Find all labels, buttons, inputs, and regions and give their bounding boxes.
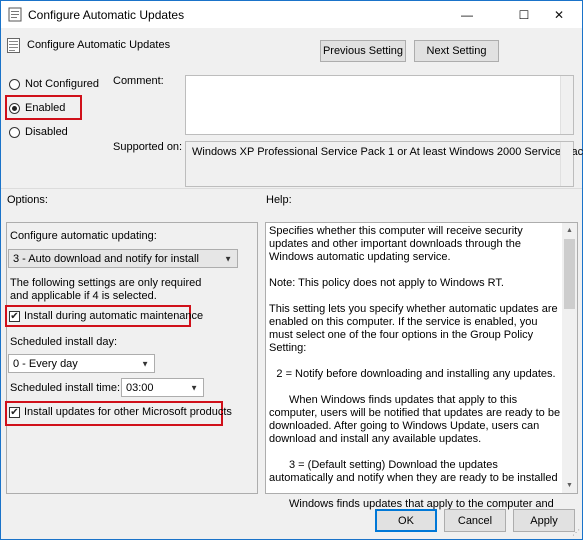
- next-setting-button[interactable]: Next Setting: [414, 40, 499, 62]
- comment-textarea[interactable]: [185, 75, 574, 135]
- close-icon: ✕: [553, 7, 565, 22]
- resize-grip-icon[interactable]: ⋰: [572, 528, 580, 537]
- radio-indicator[interactable]: [9, 78, 20, 90]
- policy-setting-icon: [7, 38, 20, 53]
- policy-name: Configure Automatic Updates: [27, 39, 171, 51]
- chevron-down-icon: ▼: [141, 359, 149, 368]
- comment-scrollbar[interactable]: [560, 76, 573, 134]
- help-scrollbar[interactable]: ▲ ▼: [562, 223, 577, 493]
- help-paragraph: 3 = (Default setting) Download the updat…: [269, 459, 558, 484]
- help-heading: Help:: [266, 194, 292, 206]
- install-time-label: Scheduled install time:: [10, 382, 121, 394]
- install-day-label: Scheduled install day:: [10, 336, 118, 348]
- chevron-down-icon: ▼: [224, 254, 232, 263]
- configure-updating-select[interactable]: 3 - Auto download and notify for install…: [8, 249, 238, 268]
- previous-setting-button[interactable]: Previous Setting: [320, 40, 406, 62]
- options-heading: Options:: [7, 194, 48, 206]
- title-bar[interactable]: Configure Automatic Updates — ☐ ✕: [1, 1, 582, 28]
- maximize-icon: ☐: [518, 7, 530, 22]
- dialog-window: Configure Automatic Updates — ☐ ✕ Config…: [0, 0, 583, 540]
- scroll-down-icon[interactable]: ▼: [562, 478, 577, 493]
- scroll-up-icon[interactable]: ▲: [562, 223, 577, 238]
- configure-updating-label: Configure automatic updating:: [10, 230, 157, 242]
- help-paragraph: Note: This policy does not apply to Wind…: [269, 277, 504, 289]
- maintenance-note: The following settings are only required…: [10, 277, 202, 302]
- window-title: Configure Automatic Updates: [28, 8, 185, 22]
- supported-on-field: Windows XP Professional Service Pack 1 o…: [185, 141, 583, 187]
- close-button[interactable]: ✕: [536, 1, 582, 28]
- scroll-thumb[interactable]: [564, 239, 575, 309]
- check-icon[interactable]: ✔: [9, 406, 20, 418]
- maintenance-label: Install during automatic maintenance: [24, 310, 204, 322]
- maintenance-checkbox-row[interactable]: ✔ Install during automatic maintenance: [9, 310, 203, 322]
- comment-label: Comment:: [113, 75, 164, 87]
- install-time-select[interactable]: 03:00 ▼: [121, 378, 204, 397]
- ok-button[interactable]: OK: [375, 509, 437, 532]
- minimize-button[interactable]: —: [444, 1, 490, 28]
- help-text: Specifies whether this computer will rec…: [269, 225, 563, 524]
- other-products-label: Install updates for other Microsoft prod…: [24, 406, 232, 418]
- chevron-down-icon: ▼: [190, 383, 198, 392]
- apply-button[interactable]: Apply: [513, 509, 575, 532]
- radio-indicator[interactable]: [9, 102, 20, 114]
- supported-on-label: Supported on:: [113, 141, 183, 153]
- policy-document-icon: [8, 7, 22, 22]
- install-day-select[interactable]: 0 - Every day ▼: [8, 354, 155, 373]
- install-time-value: 03:00: [126, 381, 154, 394]
- other-products-checkbox-row[interactable]: ✔ Install updates for other Microsoft pr…: [9, 406, 232, 418]
- help-panel: Specifies whether this computer will rec…: [265, 222, 578, 510]
- cancel-button[interactable]: Cancel: [444, 509, 506, 532]
- radio-enabled[interactable]: Enabled: [9, 102, 65, 114]
- help-paragraph: 2 = Notify before downloading and instal…: [276, 368, 556, 380]
- supported-scrollbar[interactable]: [560, 142, 573, 186]
- radio-label: Not Configured: [25, 78, 99, 90]
- help-paragraph: This setting lets you specify whether au…: [269, 303, 558, 354]
- check-icon[interactable]: ✔: [9, 310, 20, 322]
- radio-disabled[interactable]: Disabled: [9, 126, 68, 138]
- install-day-value: 0 - Every day: [13, 357, 78, 370]
- help-paragraph: When Windows finds updates that apply to…: [269, 394, 561, 445]
- radio-label: Disabled: [25, 126, 68, 138]
- supported-on-value: Windows XP Professional Service Pack 1 o…: [192, 146, 583, 158]
- radio-label: Enabled: [25, 102, 66, 114]
- radio-not-configured[interactable]: Not Configured: [9, 78, 99, 90]
- radio-indicator[interactable]: [9, 126, 20, 138]
- help-paragraph: Specifies whether this computer will rec…: [269, 225, 523, 263]
- configure-updating-value: 3 - Auto download and notify for install: [13, 252, 199, 265]
- section-divider: [1, 188, 582, 189]
- minimize-icon: —: [461, 7, 473, 22]
